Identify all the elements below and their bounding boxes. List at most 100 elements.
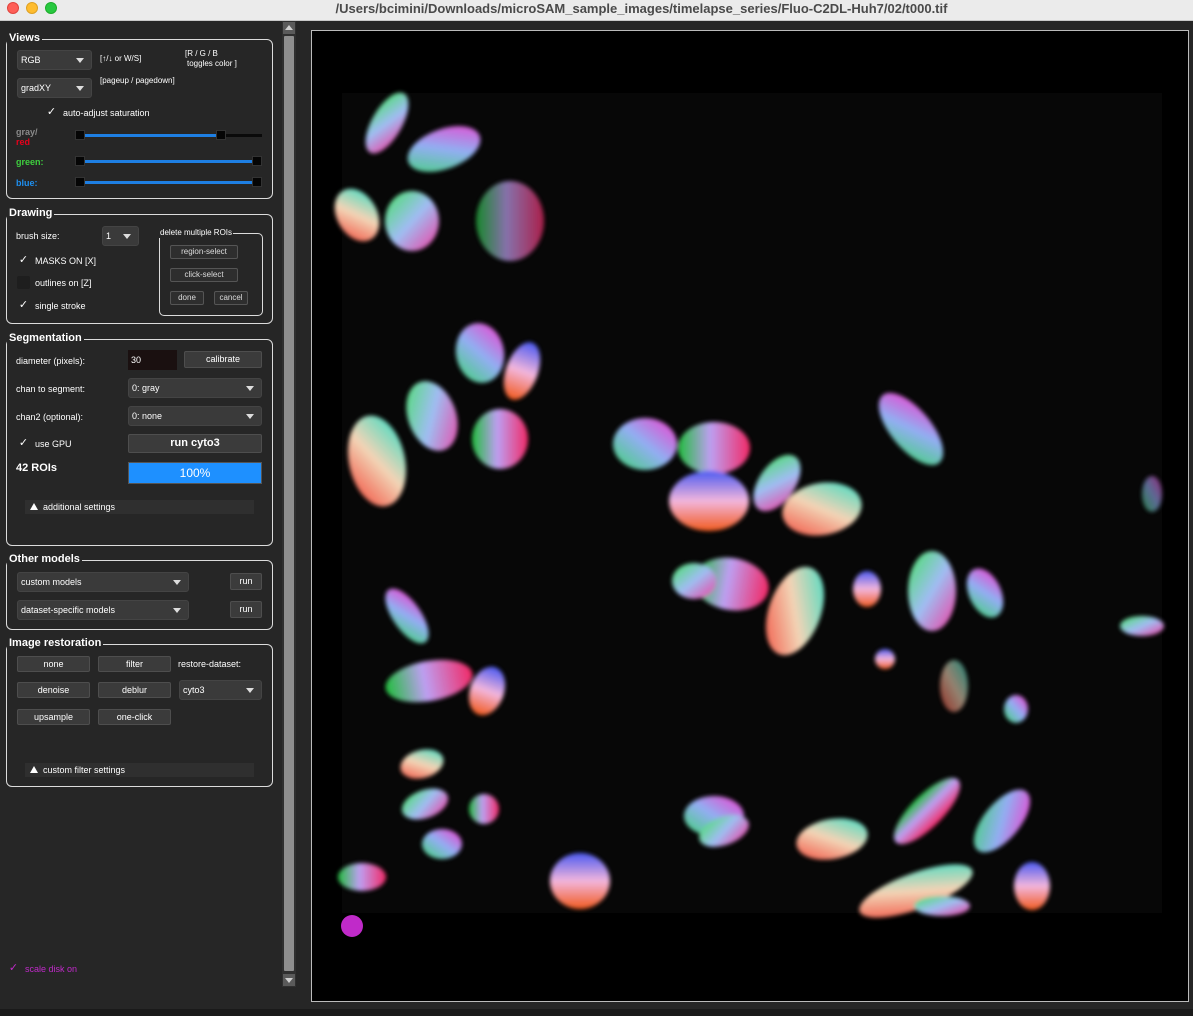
done-button[interactable]: done (170, 291, 204, 305)
none-button[interactable]: none (17, 656, 90, 672)
diameter-input[interactable]: 30 (128, 350, 177, 370)
blue-slider[interactable] (75, 177, 262, 189)
title-bar: /Users/bcimini/Downloads/microSAM_sample… (0, 0, 1193, 21)
restore-dataset-select[interactable]: cyto3 (179, 680, 262, 700)
use-gpu-label: use GPU (35, 439, 72, 449)
gray-red-slider[interactable] (75, 130, 262, 142)
color-hint-line2: toggles color ] (187, 59, 237, 68)
scale-disk-label: scale disk on (25, 964, 78, 974)
drawing-group-title: Drawing (7, 206, 55, 220)
slider-min-handle[interactable] (75, 156, 85, 166)
chevron-down-icon (246, 688, 254, 693)
calibrate-button[interactable]: calibrate (184, 351, 262, 368)
mode-select[interactable]: gradXY (17, 78, 92, 98)
scale-disk-checkbox[interactable]: ✓ (7, 962, 20, 975)
chevron-down-icon (123, 234, 131, 239)
restoration-group: Image restoration none filter restore-da… (6, 636, 273, 787)
slider-max-handle[interactable] (252, 177, 262, 187)
control-panel: Views RGB [↑/↓ or W/S] [R / G / B toggle… (0, 21, 282, 1016)
custom-filter-label: custom filter settings (43, 765, 126, 775)
custom-models-value: custom models (21, 577, 82, 587)
color-hint-line1: [R / G / B (185, 49, 218, 58)
image-canvas[interactable] (311, 30, 1189, 1002)
restoration-title: Image restoration (7, 636, 104, 650)
view-select-value: RGB (21, 55, 41, 65)
scroll-down-arrow-icon[interactable] (283, 974, 295, 986)
delete-rois-title: delete multiple ROIs (159, 228, 234, 238)
filter-button[interactable]: filter (98, 656, 171, 672)
other-models-title: Other models (7, 552, 82, 566)
single-stroke-label: single stroke (35, 301, 86, 311)
delete-rois-group: delete multiple ROIs region-select click… (159, 228, 263, 316)
chan2-value: 0: none (132, 411, 163, 421)
checkmark-icon: ✓ (46, 106, 57, 118)
green-label: green: (16, 157, 44, 167)
masks-label: MASKS ON [X] (35, 256, 97, 266)
chevron-down-icon (76, 86, 84, 91)
slider-max-handle[interactable] (252, 156, 262, 166)
app-window: /Users/bcimini/Downloads/microSAM_sample… (0, 0, 1193, 1016)
masks-checkbox[interactable]: ✓ (17, 254, 30, 267)
chevron-down-icon (246, 414, 254, 419)
view-hint: [↑/↓ or W/S] (100, 54, 142, 63)
custom-models-select[interactable]: custom models (17, 572, 189, 592)
cancel-button[interactable]: cancel (214, 291, 248, 305)
checkmark-icon: ✓ (18, 437, 29, 449)
slider-min-handle[interactable] (75, 177, 85, 187)
chan2-select[interactable]: 0: none (128, 406, 262, 426)
brush-size-value: 1 (106, 231, 112, 241)
brush-size-label: brush size: (16, 231, 60, 241)
chan-segment-select[interactable]: 0: gray (128, 378, 262, 398)
green-slider[interactable] (75, 156, 262, 168)
slider-fill (81, 160, 253, 163)
progress-bar: 100% (128, 462, 262, 484)
run-dataset-model-button[interactable]: run (230, 601, 262, 618)
bottom-strip (0, 1009, 1193, 1016)
single-stroke-checkbox[interactable]: ✓ (17, 299, 30, 312)
chevron-down-icon (76, 58, 84, 63)
use-gpu-checkbox[interactable]: ✓ (17, 437, 30, 450)
auto-adjust-label: auto-adjust saturation (63, 108, 150, 118)
scroll-up-arrow-icon[interactable] (283, 22, 295, 34)
deblur-button[interactable]: deblur (98, 682, 171, 698)
denoise-button[interactable]: denoise (17, 682, 90, 698)
window-title: /Users/bcimini/Downloads/microSAM_sample… (335, 1, 948, 16)
segmentation-group: Segmentation diameter (pixels): 30 calib… (6, 331, 273, 546)
one-click-button[interactable]: one-click (98, 709, 171, 725)
scale-disk (341, 915, 363, 937)
slider-fill (81, 134, 221, 137)
mode-hint: [pageup / pagedown] (100, 76, 175, 85)
restore-dataset-label: restore-dataset: (178, 659, 242, 669)
blue-label: blue: (16, 178, 38, 188)
chan-segment-label: chan to segment: (16, 384, 86, 394)
scrollbar-thumb[interactable] (284, 36, 294, 971)
chevron-down-icon (246, 386, 254, 391)
segmentation-group-title: Segmentation (7, 331, 84, 345)
click-select-button[interactable]: click-select (170, 268, 238, 282)
chevron-down-icon (173, 608, 181, 613)
chan2-label: chan2 (optional): (16, 412, 84, 422)
outlines-checkbox[interactable] (17, 276, 30, 289)
upsample-button[interactable]: upsample (17, 709, 90, 725)
auto-adjust-checkbox[interactable]: ✓ (45, 106, 58, 119)
restore-dataset-value: cyto3 (183, 685, 205, 695)
view-select[interactable]: RGB (17, 50, 92, 70)
checkmark-icon: ✓ (18, 254, 29, 266)
region-select-button[interactable]: region-select (170, 245, 238, 259)
dataset-models-select[interactable]: dataset-specific models (17, 600, 189, 620)
sidebar-scrollbar[interactable] (282, 21, 296, 987)
outlines-label: outlines on [Z] (35, 278, 92, 288)
slider-max-handle[interactable] (216, 130, 226, 140)
run-custom-model-button[interactable]: run (230, 573, 262, 590)
triangle-up-icon (30, 766, 38, 773)
custom-filter-expander[interactable]: custom filter settings (25, 763, 254, 777)
chevron-down-icon (173, 580, 181, 585)
mode-select-value: gradXY (21, 83, 52, 93)
additional-settings-expander[interactable]: additional settings (25, 500, 254, 514)
brush-size-select[interactable]: 1 (102, 226, 139, 246)
roi-count: 42 ROIs (16, 462, 57, 474)
triangle-up-icon (30, 503, 38, 510)
slider-min-handle[interactable] (75, 130, 85, 140)
run-cyto3-button[interactable]: run cyto3 (128, 434, 262, 453)
other-models-group: Other models custom models run dataset-s… (6, 552, 273, 630)
